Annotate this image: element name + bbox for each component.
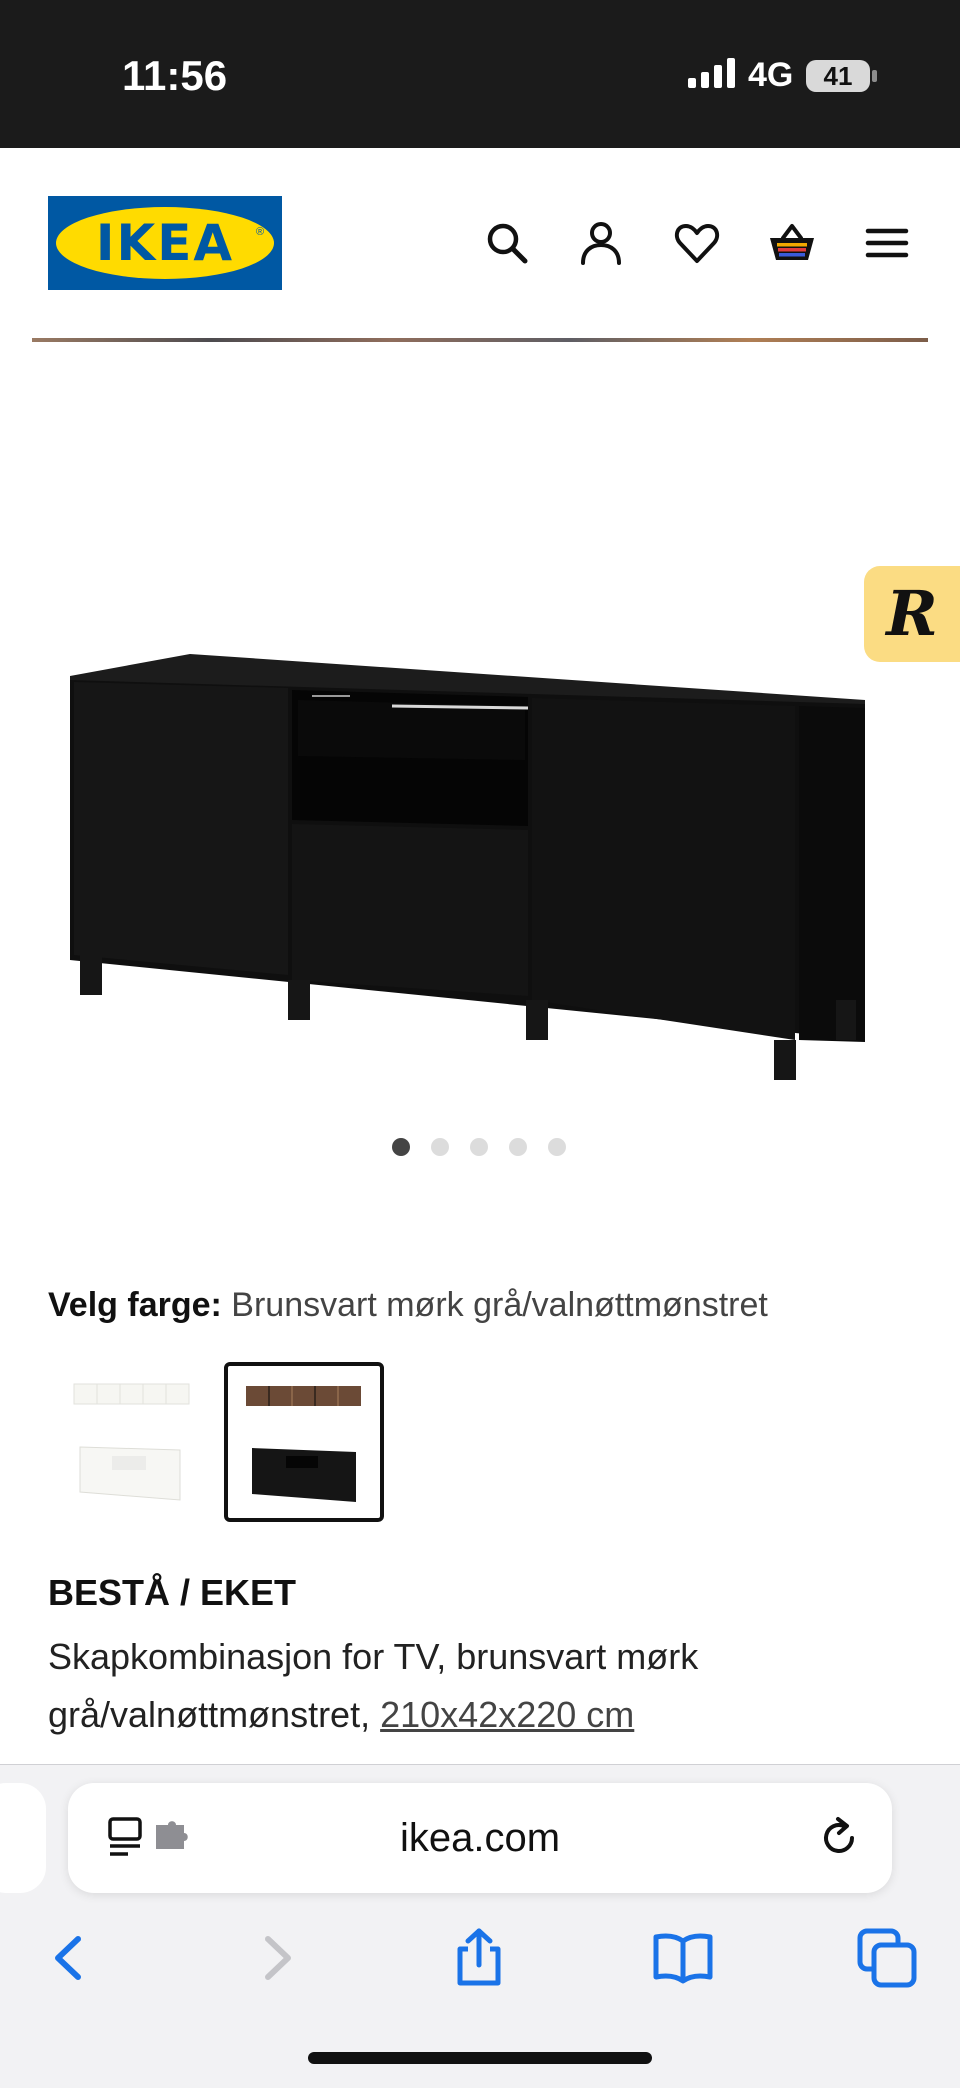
gallery-dot[interactable] (392, 1138, 410, 1156)
network-type: 4G (748, 56, 794, 94)
product-image[interactable] (60, 640, 880, 1100)
bookmarks-icon[interactable] (650, 1925, 716, 1991)
white-variant-thumbnail (73, 1383, 190, 1501)
shelf-strip-divider (32, 338, 928, 342)
status-time: 11:56 (122, 52, 228, 99)
previous-tab-peek[interactable] (0, 1783, 46, 1893)
heart-icon[interactable] (672, 218, 722, 268)
gallery-dot[interactable] (509, 1138, 527, 1156)
site-header: IKEA ® (0, 148, 960, 338)
reload-icon[interactable] (816, 1815, 862, 1861)
cart-icon[interactable] (767, 218, 817, 268)
gallery-dot[interactable] (431, 1138, 449, 1156)
home-indicator (308, 2052, 652, 2064)
browser-toolbar: ikea.com (0, 1764, 960, 2088)
gallery-dot[interactable] (470, 1138, 488, 1156)
account-icon[interactable] (576, 218, 626, 268)
gallery-dot[interactable] (548, 1138, 566, 1156)
forward-icon[interactable] (244, 1925, 310, 1991)
tabs-icon[interactable] (854, 1925, 920, 1991)
url-text: ikea.com (399, 1816, 561, 1860)
black-variant-thumbnail (246, 1386, 361, 1502)
address-bar[interactable]: ikea.com (68, 1783, 892, 1893)
search-icon[interactable] (482, 218, 532, 268)
ikea-logo[interactable]: IKEA ® (48, 196, 282, 290)
battery-tip (872, 70, 877, 82)
color-selector-label: Velg farge: Brunsvart mørk grå/valnøttmø… (48, 1286, 768, 1325)
product-description: Skapkombinasjon for TV, brunsvart mørk g… (48, 1628, 908, 1744)
menu-icon[interactable] (862, 218, 912, 268)
color-label: Velg farge: (48, 1286, 222, 1324)
signal-icon (688, 58, 735, 88)
product-name: BESTÅ / EKET (48, 1572, 297, 1613)
selected-color-name: Brunsvart mørk grå/valnøttmønstret (231, 1286, 768, 1324)
product-dimensions-link[interactable]: 210x42x220 cm (380, 1694, 634, 1735)
share-icon[interactable] (446, 1925, 512, 1991)
color-option-white[interactable] (52, 1362, 212, 1522)
battery-level: 41 (806, 60, 870, 92)
registered-mark: ® (256, 226, 265, 238)
color-option-black-brown-walnut[interactable] (224, 1362, 384, 1522)
back-icon[interactable] (36, 1925, 102, 1991)
status-bar: 11:56 4G 41 (0, 0, 960, 148)
logo-text: IKEA (95, 214, 235, 272)
